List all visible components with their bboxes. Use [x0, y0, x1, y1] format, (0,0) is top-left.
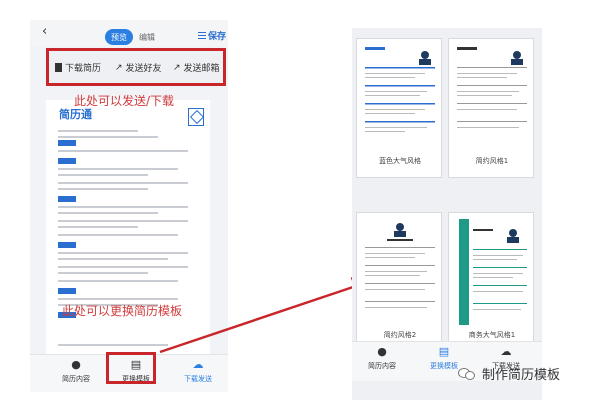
template-thumbnail	[455, 45, 529, 151]
template-name: 蓝色大气风格	[379, 157, 421, 165]
template-name: 商务大气风格1	[468, 331, 516, 339]
template-name: 简约风格1	[475, 157, 509, 165]
page: ‹ 预览 编辑 保存 简历通 ● 简历内容 ▤ 更换模板 ☁ 下载发送 下载简历…	[0, 0, 600, 400]
phone-templates: 蓝色大气风格 简约风格1 简约风格2 商务大气风格1 ● 简历内容 ▤ 更换模板…	[352, 28, 542, 400]
template-card[interactable]: 简约风格1	[448, 38, 534, 178]
watermark: 制作简历模板	[458, 364, 560, 383]
template-thumbnail	[363, 219, 437, 325]
template-thumbnail	[455, 219, 529, 325]
template-card[interactable]: 简约风格2	[356, 212, 442, 352]
cloud-download-icon: ☁	[500, 345, 512, 358]
template-name: 简约风格2	[383, 331, 417, 339]
template-card[interactable]: 商务大气风格1	[448, 212, 534, 352]
nav-label: 简历内容	[368, 362, 396, 370]
template-card[interactable]: 蓝色大气风格	[356, 38, 442, 178]
nav-label: 更换模板	[430, 362, 458, 370]
list-icon: ▤	[438, 345, 450, 358]
watermark-text: 制作简历模板	[482, 368, 561, 383]
wechat-icon	[458, 367, 476, 381]
person-icon: ●	[377, 345, 387, 358]
nav-resume-content[interactable]: ● 简历内容	[352, 346, 412, 371]
template-thumbnail	[363, 45, 437, 151]
